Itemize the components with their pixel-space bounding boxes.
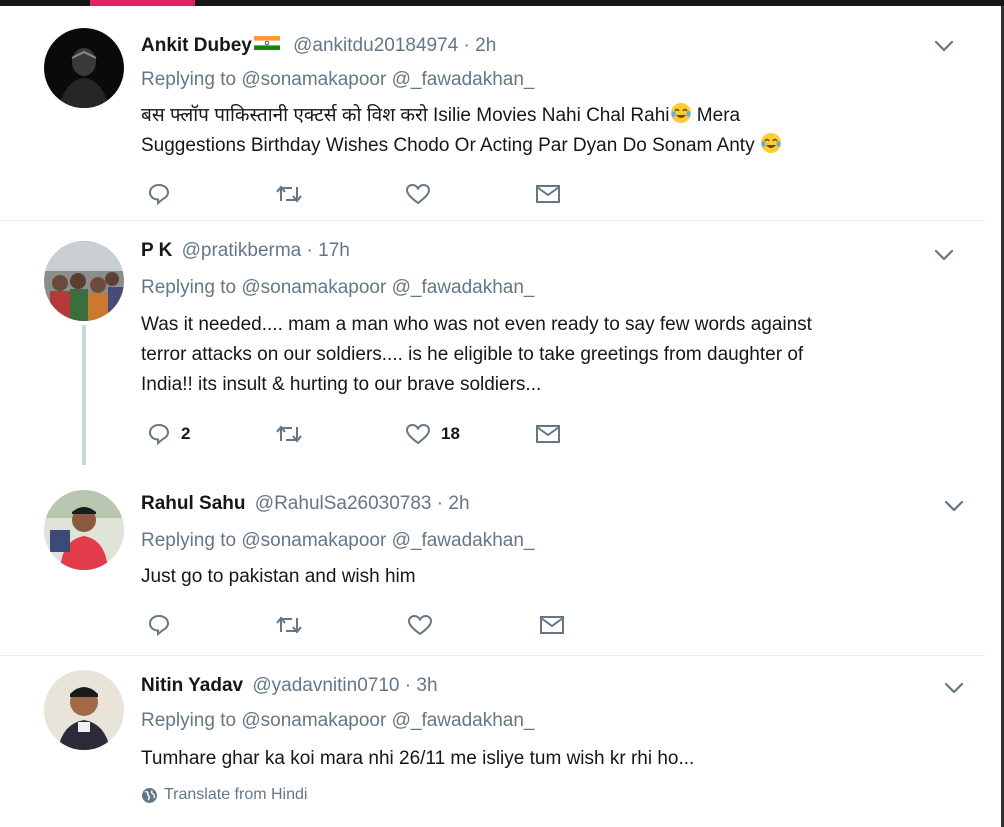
mention-link[interactable]: @_fawadakhan_ <box>392 277 535 298</box>
translate-link[interactable]: Translate from Hindi <box>141 786 307 804</box>
separator-dot: · <box>463 35 476 56</box>
retweet-icon <box>276 616 302 634</box>
chevron-down-icon[interactable] <box>944 500 964 512</box>
retweet-icon <box>276 185 302 203</box>
tweet-nitin-yadav[interactable]: Nitin Yadav @yadavnitin0710 · 3h Replyin… <box>0 656 1001 827</box>
avatar[interactable] <box>44 670 124 750</box>
tweet-text: बस फ्लॉप पाकिस्तानी एक्टर्स को विश करो I… <box>141 101 941 161</box>
avatar[interactable] <box>44 241 124 321</box>
india-flag-icon <box>253 36 280 50</box>
tweet-rahul-sahu[interactable]: Rahul Sahu @RahulSa26030783 · 2h Replyin… <box>0 476 1001 655</box>
replying-to-label: Replying to <box>141 530 237 551</box>
chevron-down-icon[interactable] <box>934 249 954 261</box>
like-button[interactable] <box>407 610 433 640</box>
direct-message-button[interactable] <box>535 179 561 209</box>
like-button[interactable]: 18 <box>405 419 460 449</box>
tweet-text-line: Tumhare ghar ka koi mara nhi 26/11 me is… <box>141 748 695 769</box>
mention-link[interactable]: @_fawadakhan_ <box>392 530 535 551</box>
timestamp[interactable]: 2h <box>475 35 496 56</box>
tweet-p-k[interactable]: P K @pratikberma · 17h Replying to @sona… <box>0 221 1001 476</box>
reply-icon <box>148 423 170 446</box>
reply-button[interactable] <box>147 610 171 640</box>
separator-dot: · <box>306 240 319 261</box>
display-name[interactable]: Ankit Dubey <box>141 35 252 56</box>
timestamp[interactable]: 3h <box>416 675 437 696</box>
chevron-down-icon[interactable] <box>944 682 964 694</box>
like-button[interactable] <box>405 179 431 209</box>
thread-connector <box>82 325 86 465</box>
globe-icon <box>142 787 157 803</box>
tweet-text-line: India!! its insult & hurting to our brav… <box>141 374 542 395</box>
direct-message-icon <box>540 616 564 634</box>
display-name[interactable]: Rahul Sahu <box>141 493 246 514</box>
mention-link[interactable]: @_fawadakhan_ <box>392 710 535 731</box>
mention-link[interactable]: @sonamakapoor <box>241 69 386 90</box>
chevron-down-icon[interactable] <box>934 40 954 52</box>
display-name[interactable]: P K <box>141 240 172 261</box>
direct-message-button[interactable] <box>539 610 565 640</box>
retweet-button[interactable] <box>275 419 303 449</box>
reply-button[interactable] <box>147 179 171 209</box>
reply-button[interactable]: 2 <box>147 419 190 449</box>
tweet-text-line: Suggestions Birthday Wishes Chodo Or Act… <box>141 135 760 156</box>
tweet-text: Was it needed.... mam a man who was not … <box>141 310 941 400</box>
like-count: 18 <box>441 424 460 443</box>
mention-link[interactable]: @sonamakapoor <box>241 530 386 551</box>
face-with-tears-of-joy-icon <box>760 133 781 153</box>
direct-message-icon <box>536 185 560 203</box>
retweet-button[interactable] <box>275 610 303 640</box>
replying-to-label: Replying to <box>141 710 237 731</box>
tweet-text: Just go to pakistan and wish him <box>141 562 941 592</box>
like-icon <box>407 614 433 636</box>
tweet-text-line: terror attacks on our soldiers.... is he… <box>141 344 804 365</box>
like-icon <box>405 423 431 445</box>
tweet-ankit-dubey[interactable]: Ankit Dubey @ankitdu20184974 · 2h Replyi… <box>0 6 1001 220</box>
tweet-text-line: Was it needed.... mam a man who was not … <box>141 314 812 335</box>
user-handle[interactable]: @RahulSa26030783 <box>255 493 432 514</box>
mention-link[interactable]: @sonamakapoor <box>241 277 386 298</box>
retweet-icon <box>276 425 302 443</box>
timestamp[interactable]: 17h <box>318 240 350 261</box>
tweet-text: Tumhare ghar ka koi mara nhi 26/11 me is… <box>141 744 941 774</box>
like-icon <box>405 183 431 205</box>
user-handle[interactable]: @yadavnitin0710 <box>252 675 399 696</box>
user-handle[interactable]: @pratikberma <box>182 240 302 261</box>
timestamp[interactable]: 2h <box>448 493 469 514</box>
reply-icon <box>148 614 170 637</box>
avatar[interactable] <box>44 490 124 570</box>
mention-link[interactable]: @_fawadakhan_ <box>392 69 535 90</box>
display-name[interactable]: Nitin Yadav <box>141 675 243 696</box>
replying-to-label: Replying to <box>141 69 237 90</box>
separator-dot: · <box>404 675 417 696</box>
retweet-button[interactable] <box>275 179 303 209</box>
separator-dot: · <box>436 493 449 514</box>
tweet-text-line: Just go to pakistan and wish him <box>141 566 416 587</box>
direct-message-icon <box>536 425 560 443</box>
reply-icon <box>148 183 170 206</box>
replying-to-label: Replying to <box>141 277 237 298</box>
user-handle[interactable]: @ankitdu20184974 <box>293 35 458 56</box>
face-with-tears-of-joy-icon <box>670 103 691 123</box>
mention-link[interactable]: @sonamakapoor <box>241 710 386 731</box>
direct-message-button[interactable] <box>535 419 561 449</box>
tweet-text-line-tail: Mera <box>691 105 741 126</box>
avatar[interactable] <box>44 28 124 108</box>
translate-label[interactable]: Translate from Hindi <box>164 786 307 804</box>
tweet-text-line: बस फ्लॉप पाकिस्तानी एक्टर्स को विश करो I… <box>141 105 670 126</box>
reply-count: 2 <box>181 424 191 443</box>
